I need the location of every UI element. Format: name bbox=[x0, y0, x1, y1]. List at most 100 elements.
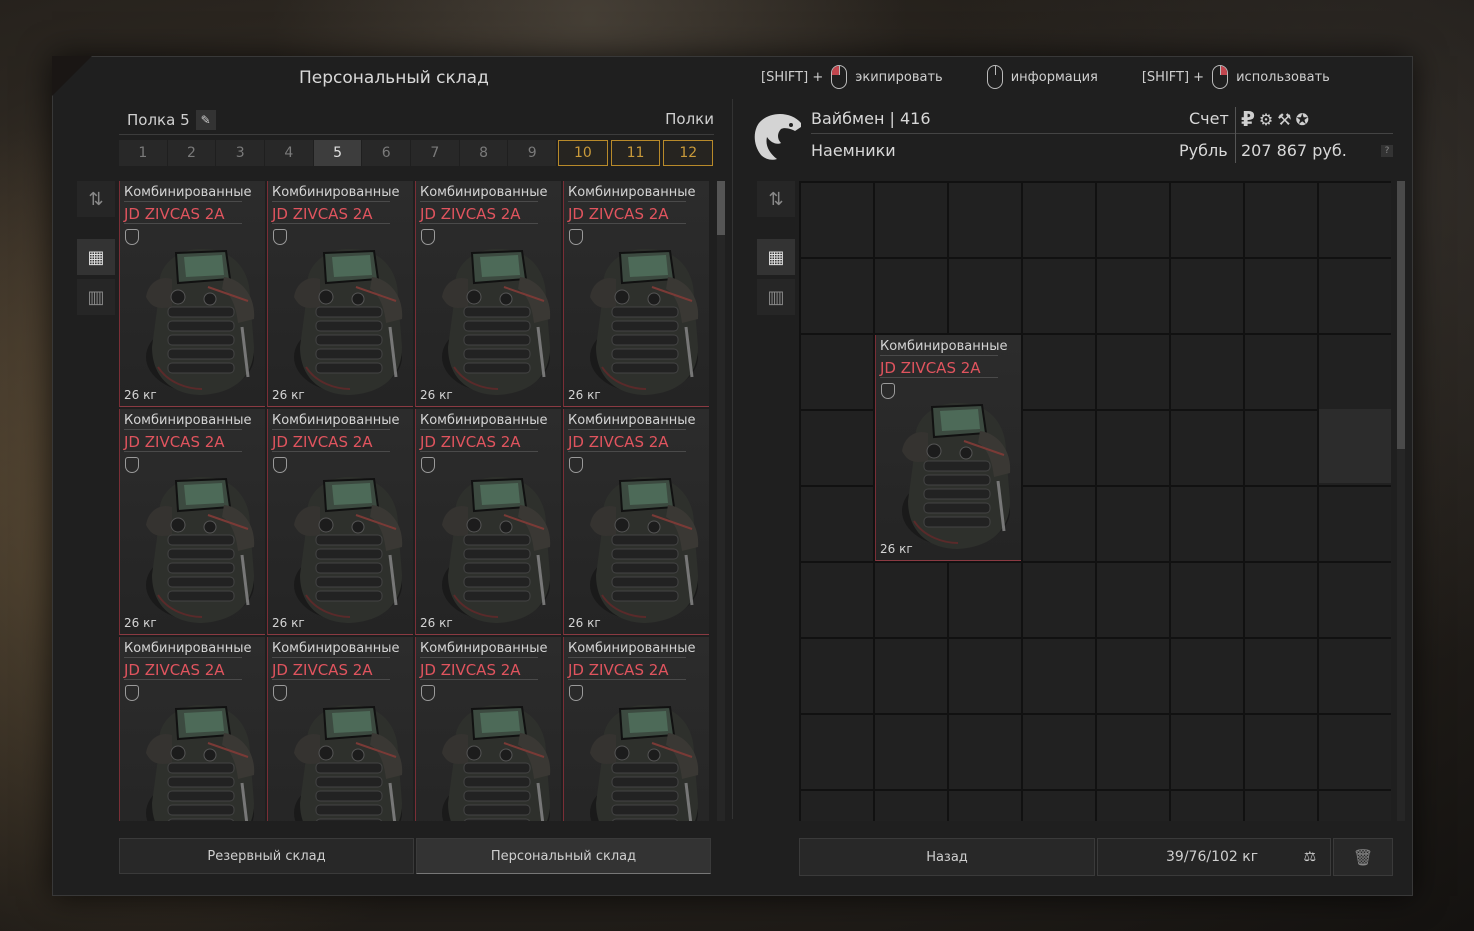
armor-image bbox=[442, 476, 551, 623]
shield-icon bbox=[273, 457, 287, 473]
armor-filter-icon[interactable]: ▥ bbox=[757, 279, 795, 315]
item-name: JD ZIVCAS 2A bbox=[420, 205, 538, 224]
hint-prefix: [SHIFT] + bbox=[761, 69, 824, 85]
shelf-tab-3[interactable]: 3 bbox=[216, 140, 265, 166]
shelf-tab-12[interactable]: 12 bbox=[663, 140, 714, 166]
shelf-tab-2[interactable]: 2 bbox=[167, 140, 216, 166]
sort-icon[interactable]: ⇅ bbox=[77, 181, 115, 217]
storage-item[interactable]: Комбинированные JD ZIVCAS 2A bbox=[267, 637, 413, 821]
armor-image bbox=[146, 248, 255, 395]
inventory-scrollbar[interactable] bbox=[1397, 181, 1405, 821]
shield-icon bbox=[421, 229, 435, 245]
item-name: JD ZIVCAS 2A bbox=[420, 661, 538, 680]
inventory-item[interactable]: Комбинированные JD ZIVCAS 2A 26 кг bbox=[875, 335, 1021, 561]
armor-image bbox=[590, 476, 699, 623]
shelf-tab-10[interactable]: 10 bbox=[558, 140, 608, 166]
item-category: Комбинированные bbox=[124, 413, 252, 430]
shield-icon bbox=[421, 457, 435, 473]
grid-view-icon[interactable]: ▦ bbox=[757, 239, 795, 275]
shelf-tab-9[interactable]: 9 bbox=[508, 140, 557, 166]
help-icon[interactable]: ? bbox=[1381, 145, 1393, 157]
shelf-tab-7[interactable]: 7 bbox=[411, 140, 459, 166]
storage-item[interactable]: Комбинированные JD ZIVCAS 2A 26 кг bbox=[119, 409, 265, 635]
inventory-footer: Назад 39/76/102 кг ⚖ 🗑 bbox=[799, 838, 1393, 876]
trash-icon[interactable]: 🗑 bbox=[1333, 838, 1393, 876]
shield-icon bbox=[273, 229, 287, 245]
item-name: JD ZIVCAS 2A bbox=[568, 433, 686, 452]
hint-label: экипировать bbox=[855, 69, 943, 85]
hint-label: использовать bbox=[1236, 69, 1330, 85]
item-category: Комбинированные bbox=[124, 185, 252, 202]
shield-icon bbox=[273, 685, 287, 701]
storage-item[interactable]: Комбинированные JD ZIVCAS 2A 26 кг bbox=[563, 181, 709, 407]
armor-image bbox=[902, 402, 1011, 549]
storage-grid: Комбинированные JD ZIVCAS 2A 26 кг Комби… bbox=[119, 181, 711, 821]
armor-image bbox=[294, 476, 403, 623]
armor-filter-icon[interactable]: ▥ bbox=[77, 279, 115, 315]
shelf-tab-4[interactable]: 4 bbox=[265, 140, 313, 166]
item-name: JD ZIVCAS 2A bbox=[420, 433, 538, 452]
storage-item[interactable]: Комбинированные JD ZIVCAS 2A 26 кг bbox=[267, 409, 413, 635]
item-weight: 26 кг bbox=[420, 616, 453, 630]
trader-header: Вайбмен | 416 Наемники Счет Рубль ₽ ⚙ ⚒ … bbox=[751, 105, 1393, 165]
shelf-name: Полка 5 ✎ bbox=[127, 110, 216, 130]
shield-icon bbox=[125, 229, 139, 245]
item-category: Комбинированные bbox=[568, 185, 696, 202]
shelf-tab-5[interactable]: 5 bbox=[313, 140, 362, 166]
shield-icon bbox=[125, 457, 139, 473]
item-name: JD ZIVCAS 2A bbox=[124, 205, 242, 224]
shelf-tab-6[interactable]: 6 bbox=[362, 140, 411, 166]
grid-view-icon[interactable]: ▦ bbox=[77, 239, 115, 275]
storage-item[interactable]: Комбинированные JD ZIVCAS 2A 26 кг bbox=[415, 409, 561, 635]
storage-item[interactable]: Комбинированные JD ZIVCAS 2A 26 кг bbox=[267, 181, 413, 407]
back-button[interactable]: Назад bbox=[799, 838, 1095, 876]
item-category: Комбинированные bbox=[568, 413, 696, 430]
storage-item[interactable]: Комбинированные JD ZIVCAS 2A bbox=[563, 637, 709, 821]
storage-item[interactable]: Комбинированные JD ZIVCAS 2A bbox=[415, 637, 561, 821]
weight-indicator: 39/76/102 кг ⚖ bbox=[1097, 838, 1331, 876]
item-weight: 26 кг bbox=[272, 388, 305, 402]
shield-icon bbox=[569, 685, 583, 701]
tools-icon[interactable]: ⚒ bbox=[1277, 110, 1291, 129]
item-name: JD ZIVCAS 2A bbox=[124, 433, 242, 452]
item-name: JD ZIVCAS 2A bbox=[568, 205, 686, 224]
item-name: JD ZIVCAS 2A bbox=[568, 661, 686, 680]
gear-icon[interactable]: ⚙ bbox=[1259, 110, 1273, 129]
armor-image bbox=[146, 476, 255, 623]
shield-icon bbox=[421, 685, 435, 701]
ruble-icon[interactable]: ₽ bbox=[1241, 107, 1255, 131]
storage-tab-1[interactable]: Персональный склад bbox=[416, 838, 711, 874]
armor-image bbox=[442, 704, 551, 821]
storage-item[interactable]: Комбинированные JD ZIVCAS 2A bbox=[119, 637, 265, 821]
shelf-tab-1[interactable]: 1 bbox=[119, 140, 167, 166]
trader-name: Вайбмен | 416 bbox=[811, 109, 931, 128]
storage-item[interactable]: Комбинированные JD ZIVCAS 2A 26 кг bbox=[415, 181, 561, 407]
weight-text: 39/76/102 кг bbox=[1166, 849, 1259, 865]
item-category: Комбинированные bbox=[420, 185, 548, 202]
item-category: Комбинированные bbox=[420, 641, 548, 658]
compass-icon[interactable]: ✪ bbox=[1296, 110, 1309, 129]
control-hints: [SHIFT] + экипировать информация [SHIFT] + и… bbox=[761, 65, 1360, 89]
storage-tab-0[interactable]: Резервный склад bbox=[119, 838, 414, 874]
armor-image bbox=[442, 248, 551, 395]
mouse-icon bbox=[986, 65, 1003, 89]
pencil-icon[interactable]: ✎ bbox=[195, 110, 216, 130]
item-weight: 26 кг bbox=[420, 388, 453, 402]
panel-divider bbox=[732, 99, 733, 819]
grid-cell-highlight bbox=[1319, 409, 1391, 483]
shelf-tabs: 1 2 3 4 5 6 7 8 9 10 11 12 bbox=[119, 140, 714, 166]
account-label: Счет bbox=[1189, 109, 1229, 128]
sort-icon[interactable]: ⇅ bbox=[757, 181, 795, 217]
weight-icon: ⚖ bbox=[1303, 849, 1316, 865]
shelf-tab-8[interactable]: 8 bbox=[459, 140, 508, 166]
shelf-tab-11[interactable]: 11 bbox=[610, 140, 661, 166]
shield-icon bbox=[569, 457, 583, 473]
storage-item[interactable]: Комбинированные JD ZIVCAS 2A 26 кг bbox=[119, 181, 265, 407]
storage-item[interactable]: Комбинированные JD ZIVCAS 2A 26 кг bbox=[563, 409, 709, 635]
storage-scrollbar[interactable] bbox=[717, 181, 725, 821]
shield-icon bbox=[881, 383, 895, 399]
armor-image bbox=[590, 248, 699, 395]
item-weight: 26 кг bbox=[880, 542, 913, 556]
eagle-logo-icon bbox=[754, 114, 801, 160]
item-weight: 26 кг bbox=[568, 388, 601, 402]
